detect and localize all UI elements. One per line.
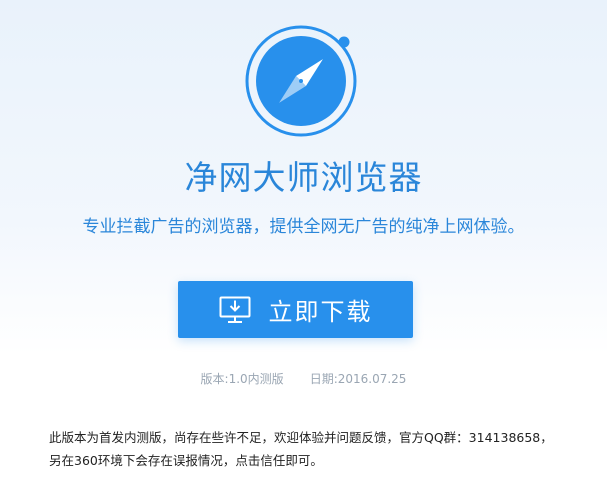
app-logo bbox=[242, 22, 360, 140]
app-title: 净网大师浏览器 bbox=[184, 158, 423, 197]
notice-text: 此版本为首发内测版，尚存在些许不足，欢迎体验并问题反馈，官方QQ群：314138… bbox=[49, 426, 604, 472]
download-button-label: 立即下载 bbox=[268, 298, 373, 326]
notice-line-1: 此版本为首发内测版，尚存在些许不足，欢迎体验并问题反馈，官方QQ群：314138… bbox=[49, 430, 553, 445]
version-text: 版本:1.0内测版 bbox=[200, 372, 284, 386]
notice-line-2: 另在360环境下会存在误报情况，点击信任即可。 bbox=[49, 453, 323, 468]
release-date-text: 日期:2016.07.25 bbox=[309, 372, 407, 386]
download-button[interactable]: 立即下载 bbox=[178, 281, 413, 338]
compass-icon bbox=[245, 25, 357, 137]
monitor-download-icon bbox=[219, 296, 250, 323]
version-info: 版本:1.0内测版 日期:2016.07.25 bbox=[0, 370, 607, 387]
app-tagline: 专业拦截广告的浏览器，提供全网无广告的纯净上网体验。 bbox=[82, 217, 525, 237]
